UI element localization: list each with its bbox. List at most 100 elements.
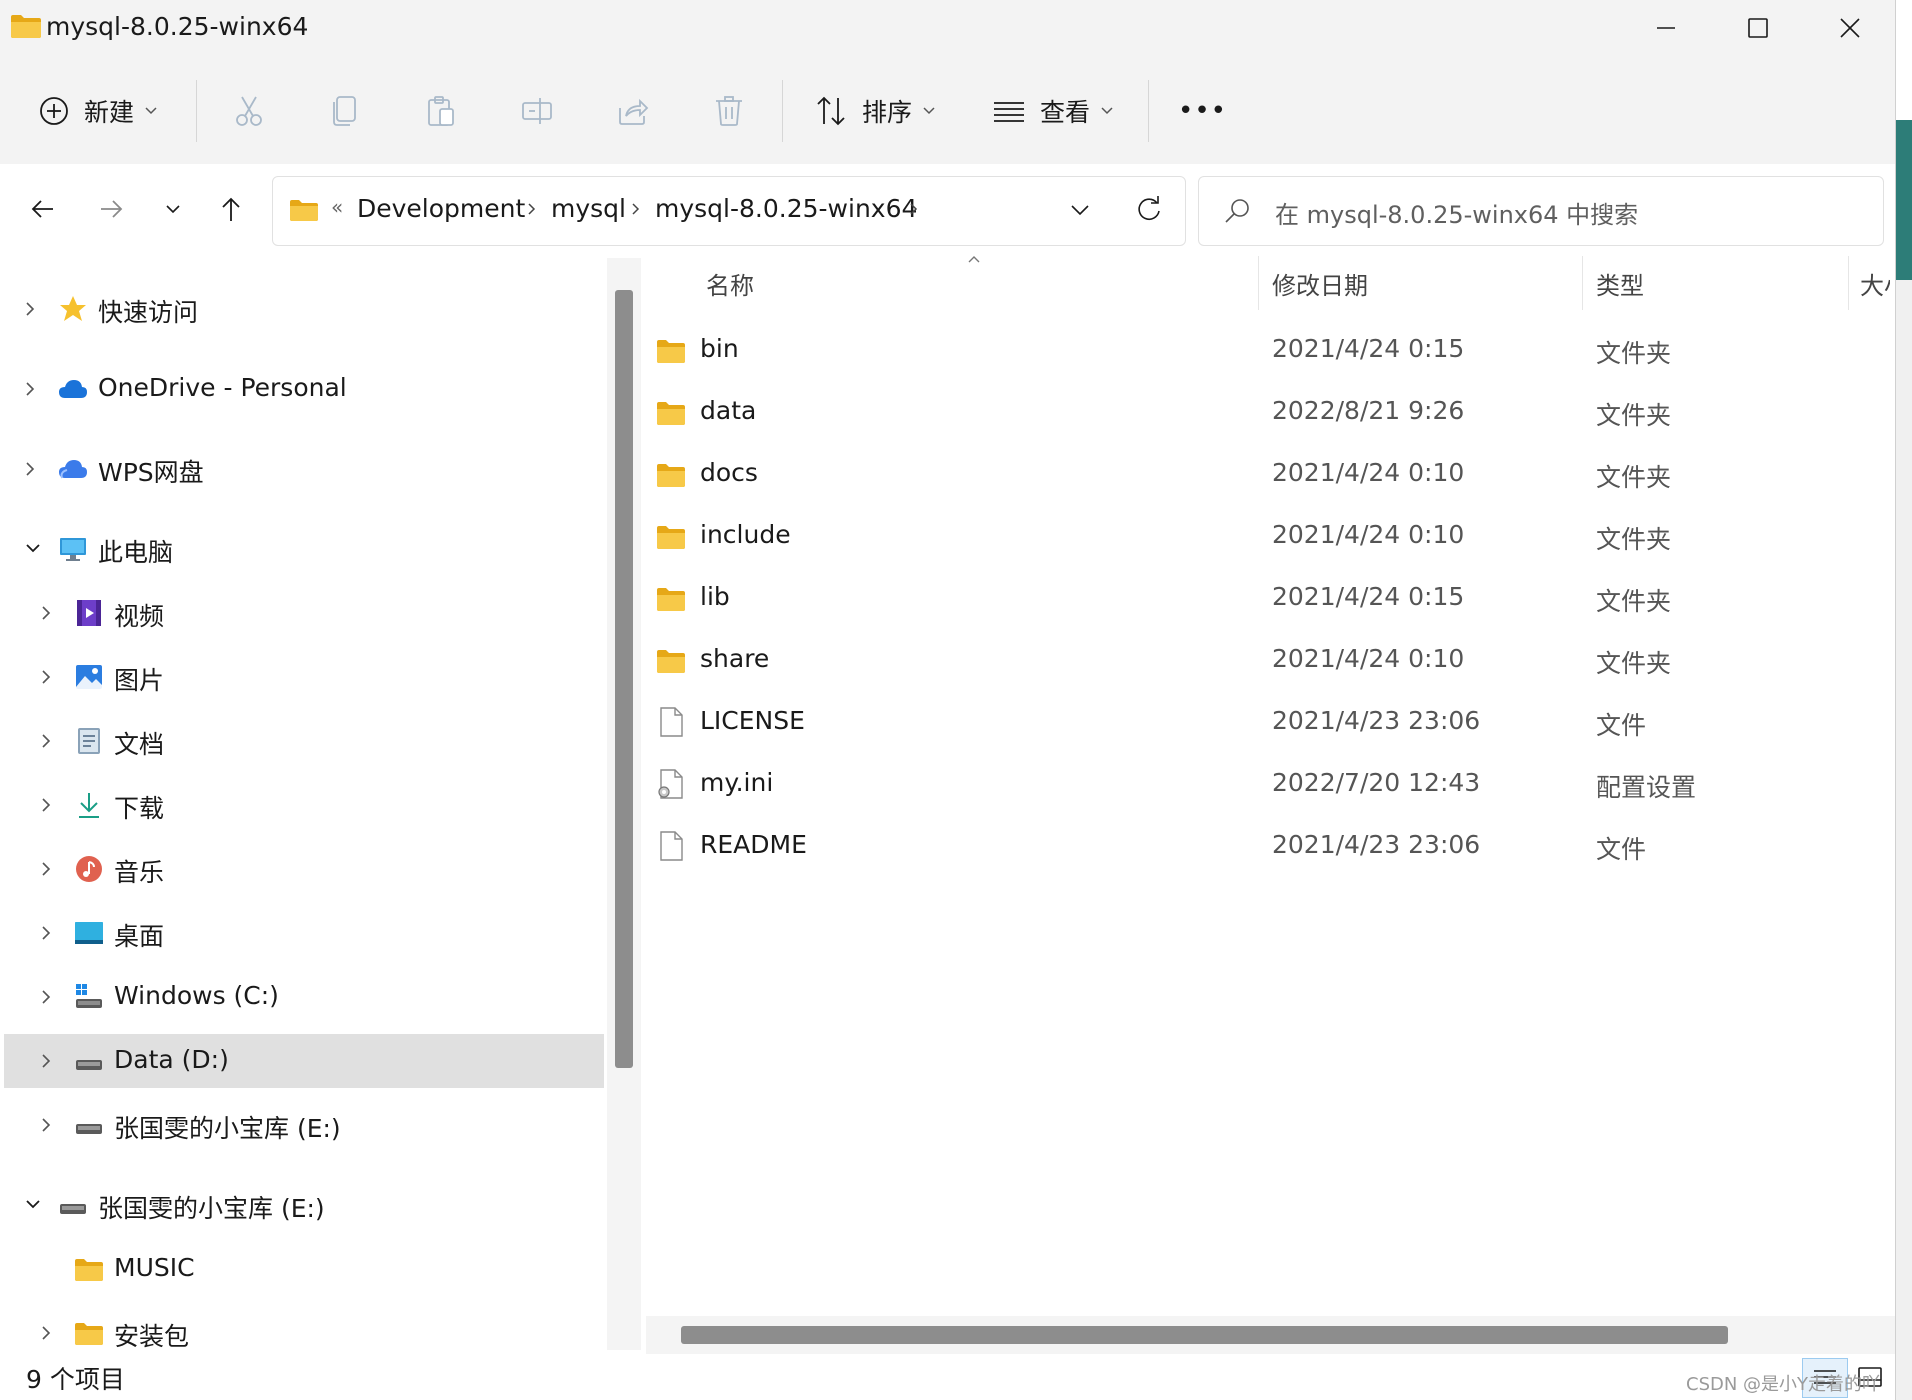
column-header-name[interactable]: 名称: [706, 266, 754, 301]
chevron-right-icon[interactable]: [40, 988, 52, 1006]
sidebar-item-onedrive[interactable]: OneDrive - Personal: [4, 362, 604, 416]
file-name: README: [700, 830, 807, 859]
file-row-bin[interactable]: bin 2021/4/24 0:15 文件夹: [656, 322, 1886, 378]
sort-button[interactable]: 排序: [814, 86, 936, 136]
view-button[interactable]: 查看: [992, 86, 1114, 136]
horizontal-scrollbar-thumb[interactable]: [681, 1326, 1728, 1344]
delete-button[interactable]: [712, 86, 746, 136]
sidebar-item-drive-d[interactable]: Data (D:): [4, 1034, 604, 1088]
document-icon: [78, 728, 100, 754]
column-header-size[interactable]: 大小: [1860, 266, 1890, 301]
file-row-docs[interactable]: docs 2021/4/24 0:10 文件夹: [656, 446, 1886, 502]
chevron-right-icon[interactable]: [527, 202, 537, 216]
recent-locations-button[interactable]: [150, 186, 196, 232]
chevron-down-icon[interactable]: [1069, 199, 1091, 221]
minimize-button[interactable]: [1620, 0, 1712, 56]
desktop-icon: [75, 922, 103, 944]
chevron-right-icon[interactable]: [40, 1324, 52, 1342]
file-name: docs: [700, 458, 758, 487]
file-name: data: [700, 396, 757, 425]
file-row-my-ini[interactable]: my.ini 2022/7/20 12:43 配置设置: [656, 756, 1886, 812]
chevron-right-icon[interactable]: [24, 300, 36, 318]
file-row-share[interactable]: share 2021/4/24 0:10 文件夹: [656, 632, 1886, 688]
folder-icon: [657, 588, 685, 611]
chevron-right-icon[interactable]: [631, 202, 641, 216]
rename-button[interactable]: [520, 86, 554, 136]
maximize-icon: [1748, 18, 1768, 38]
sidebar-item-label: 安装包: [114, 1322, 190, 1351]
sidebar-item-drive-c[interactable]: Windows (C:): [4, 970, 604, 1024]
sidebar-item-music-folder[interactable]: MUSIC: [4, 1242, 604, 1296]
file-row-data[interactable]: data 2022/8/21 9:26 文件夹: [656, 384, 1886, 440]
breadcrumb-item[interactable]: Development: [357, 194, 525, 223]
sidebar-item-desktop[interactable]: 桌面: [4, 906, 604, 960]
more-options-button[interactable]: •••: [1178, 86, 1227, 136]
address-bar[interactable]: « Development mysql mysql-8.0.25-winx64: [272, 176, 1186, 246]
sort-up-icon: [968, 256, 980, 263]
chevron-down-icon[interactable]: [24, 542, 42, 554]
sidebar-scrollbar-thumb[interactable]: [615, 290, 633, 1068]
view-button-label: 查看: [1040, 98, 1091, 127]
sidebar-item-drive-e[interactable]: 张国雯的小宝库 (E:): [4, 1098, 604, 1152]
chevron-right-icon[interactable]: [40, 1116, 52, 1134]
file-row-lib[interactable]: lib 2021/4/24 0:15 文件夹: [656, 570, 1886, 626]
file-name: my.ini: [700, 768, 774, 797]
sidebar-item-downloads[interactable]: 下载: [4, 778, 604, 832]
sort-icon: [817, 96, 845, 126]
column-header-date[interactable]: 修改日期: [1272, 266, 1368, 301]
paste-button[interactable]: [424, 86, 458, 136]
up-button[interactable]: [208, 186, 254, 232]
chevron-right-icon[interactable]: [40, 668, 52, 686]
sidebar-item-installers-folder[interactable]: 安装包: [4, 1306, 604, 1354]
chevron-right-icon[interactable]: [40, 796, 52, 814]
chevron-right-icon[interactable]: [24, 380, 36, 398]
sidebar-item-label: 音乐: [114, 858, 165, 887]
share-button[interactable]: [616, 86, 650, 136]
sort-button-label: 排序: [862, 98, 913, 127]
chevron-right-icon[interactable]: [40, 604, 52, 622]
chevron-down-icon[interactable]: [24, 1198, 42, 1210]
background-window-edge: [1896, 120, 1912, 1400]
file-row-include[interactable]: include 2021/4/24 0:10 文件夹: [656, 508, 1886, 564]
breadcrumb-overflow[interactable]: «: [331, 195, 343, 219]
sidebar-item-documents[interactable]: 文档: [4, 714, 604, 768]
breadcrumb-item[interactable]: mysql: [551, 194, 626, 223]
chevron-right-icon[interactable]: [909, 202, 919, 216]
sidebar-item-wps[interactable]: WPS网盘: [4, 442, 604, 496]
drive-icon: [76, 984, 102, 1008]
search-box[interactable]: 在 mysql-8.0.25-winx64 中搜索: [1198, 176, 1884, 246]
chevron-right-icon[interactable]: [40, 924, 52, 942]
forward-button[interactable]: [88, 186, 134, 232]
sidebar-item-label: MUSIC: [114, 1253, 195, 1282]
file-list: 名称 修改日期 类型 大小 bin 2021/4/24 0:15 文件夹 data 20…: [642, 254, 1895, 1314]
background-window-accent: [1896, 120, 1912, 280]
close-button[interactable]: [1804, 0, 1896, 56]
sidebar-item-drive-e-root[interactable]: 张国雯的小宝库 (E:): [4, 1178, 604, 1232]
file-type: 文件夹: [1596, 525, 1672, 554]
chevron-right-icon[interactable]: [40, 732, 52, 750]
cut-button[interactable]: [232, 86, 266, 136]
column-divider[interactable]: [1258, 256, 1259, 310]
arrow-right-icon: [101, 200, 123, 218]
chevron-right-icon[interactable]: [40, 1052, 52, 1070]
column-divider[interactable]: [1582, 256, 1583, 310]
sidebar-item-videos[interactable]: 视频: [4, 586, 604, 640]
chevron-right-icon[interactable]: [24, 460, 36, 478]
column-header-type[interactable]: 类型: [1596, 266, 1644, 301]
chevron-right-icon[interactable]: [40, 860, 52, 878]
sidebar-item-this-pc[interactable]: 此电脑: [4, 522, 604, 576]
sidebar-item-label: 张国雯的小宝库 (E:): [114, 1114, 341, 1143]
file-date: 2021/4/24 0:10: [1272, 458, 1465, 487]
sidebar-item-quick-access[interactable]: 快速访问: [4, 282, 604, 336]
sidebar-item-music[interactable]: 音乐: [4, 842, 604, 896]
breadcrumb-item[interactable]: mysql-8.0.25-winx64: [655, 194, 917, 223]
file-row-license[interactable]: LICENSE 2021/4/23 23:06 文件: [656, 694, 1886, 750]
refresh-icon[interactable]: [1135, 195, 1163, 223]
maximize-button[interactable]: [1712, 0, 1804, 56]
copy-button[interactable]: [328, 86, 362, 136]
new-button[interactable]: 新建: [38, 86, 158, 136]
column-divider[interactable]: [1848, 256, 1849, 310]
back-button[interactable]: [20, 186, 66, 232]
file-row-readme[interactable]: README 2021/4/23 23:06 文件: [656, 818, 1886, 874]
sidebar-item-pictures[interactable]: 图片: [4, 650, 604, 704]
